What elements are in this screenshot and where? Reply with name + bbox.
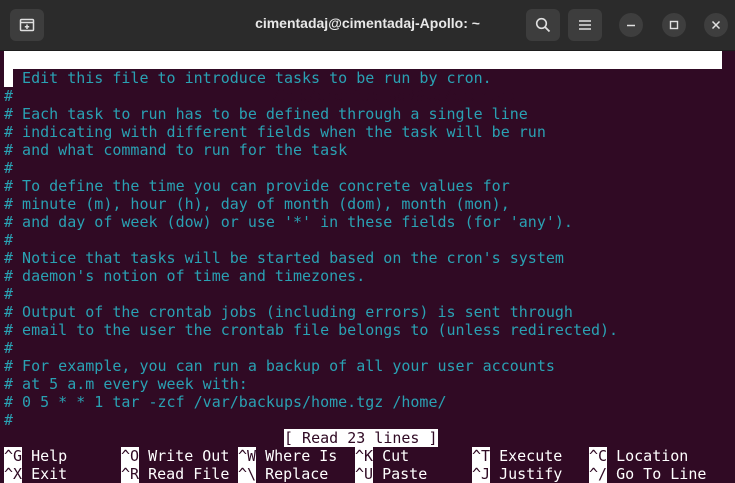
text-line: # <box>4 411 14 429</box>
shortcut-key: ^\ <box>238 465 257 483</box>
maximize-button[interactable] <box>662 13 686 37</box>
shortcut-label: Help <box>31 447 68 465</box>
text-line: # indicating with different fields when … <box>4 123 546 141</box>
shortcut-cut[interactable]: ^K Cut <box>355 447 409 465</box>
nano-file-path: /tmp/crontab.sq39ua/crontab <box>271 87 515 105</box>
text-line: # <box>4 159 14 177</box>
minimize-button[interactable] <box>619 13 643 37</box>
text-line: # 0 5 * * 1 tar -zcf /var/backups/home.t… <box>4 393 447 411</box>
shortcut-key: ^O <box>121 447 140 465</box>
text-line: # For example, you can run a backup of a… <box>4 357 555 375</box>
text-line: # <box>4 87 14 105</box>
shortcut-key: ^W <box>238 447 257 465</box>
text-line: # Edit this file to introduce tasks to b… <box>4 69 492 87</box>
shortcut-label: Go To Line <box>616 465 707 483</box>
shortcut-key: ^G <box>4 447 23 465</box>
close-button[interactable] <box>704 13 728 37</box>
shortcut-label: Read File <box>148 465 230 483</box>
shortcut-paste[interactable]: ^U Paste <box>355 465 427 483</box>
shortcut-justify[interactable]: ^J Justify <box>472 465 562 483</box>
shortcut-key: ^U <box>355 465 374 483</box>
shortcut-label: Justify <box>499 465 563 483</box>
text-line: # daemon's notion of time and timezones. <box>4 267 366 285</box>
text-line: # <box>4 285 14 303</box>
shortcut-label: Paste <box>382 465 428 483</box>
shortcut-execute[interactable]: ^T Execute <box>472 447 562 465</box>
minimize-icon <box>627 24 635 27</box>
text-line: # Output of the crontab jobs (including … <box>4 303 573 321</box>
search-icon <box>535 17 551 33</box>
text-line: # and day of week (dow) or use '*' in th… <box>4 213 573 231</box>
shortcut-label: Execute <box>499 447 563 465</box>
shortcut-key: ^K <box>355 447 374 465</box>
text-line: # Each task to run has to be defined thr… <box>4 105 528 123</box>
shortcut-go-to-line[interactable]: ^/ Go To Line <box>589 465 706 483</box>
terminal-area[interactable]: GNU nano 6.2 /tmp/crontab.sq39ua/crontab… <box>0 51 735 483</box>
shortcut-key: ^C <box>589 447 608 465</box>
text-line: # <box>4 231 14 249</box>
close-icon <box>711 20 721 30</box>
shortcut-label: Exit <box>31 465 68 483</box>
hamburger-menu-icon <box>579 20 591 30</box>
shortcut-key: ^R <box>121 465 140 483</box>
text-cursor <box>4 69 13 87</box>
search-button[interactable] <box>526 9 560 41</box>
shortcut-exit[interactable]: ^X Exit <box>4 465 67 483</box>
status-message: [ Read 23 lines ] <box>284 429 438 447</box>
nano-header-bar: GNU nano 6.2 /tmp/crontab.sq39ua/crontab <box>4 51 722 105</box>
shortcut-key: ^J <box>472 465 491 483</box>
text-line: # Notice that tasks will be started base… <box>4 249 564 267</box>
shortcut-read-file[interactable]: ^R Read File <box>121 465 229 483</box>
shortcut-replace[interactable]: ^\ Replace <box>238 465 328 483</box>
shortcut-key: ^/ <box>589 465 608 483</box>
shortcut-label: Replace <box>265 465 329 483</box>
shortcut-help[interactable]: ^G Help <box>4 447 67 465</box>
shortcut-label: Write Out <box>148 447 230 465</box>
shortcut-key: ^X <box>4 465 23 483</box>
shortcut-label: Location <box>616 447 689 465</box>
window-titlebar: cimentadaj@cimentadaj-Apollo: ~ <box>0 0 735 51</box>
text-line: # at 5 a.m every week with: <box>4 375 248 393</box>
text-line: # To define the time you can provide con… <box>4 177 510 195</box>
shortcut-label: Cut <box>382 447 410 465</box>
maximize-icon <box>669 20 679 30</box>
text-line: # and what command to run for the task <box>4 141 348 159</box>
shortcut-write-out[interactable]: ^O Write Out <box>121 447 229 465</box>
text-line: # minute (m), hour (h), day of month (do… <box>4 195 510 213</box>
shortcut-key: ^T <box>472 447 491 465</box>
shortcut-label: Where Is <box>265 447 338 465</box>
text-line: # email to the user the crontab file bel… <box>4 321 619 339</box>
shortcut-where-is[interactable]: ^W Where Is <box>238 447 337 465</box>
text-line: # <box>4 339 14 357</box>
shortcut-location[interactable]: ^C Location <box>589 447 688 465</box>
menu-button[interactable] <box>568 9 602 41</box>
